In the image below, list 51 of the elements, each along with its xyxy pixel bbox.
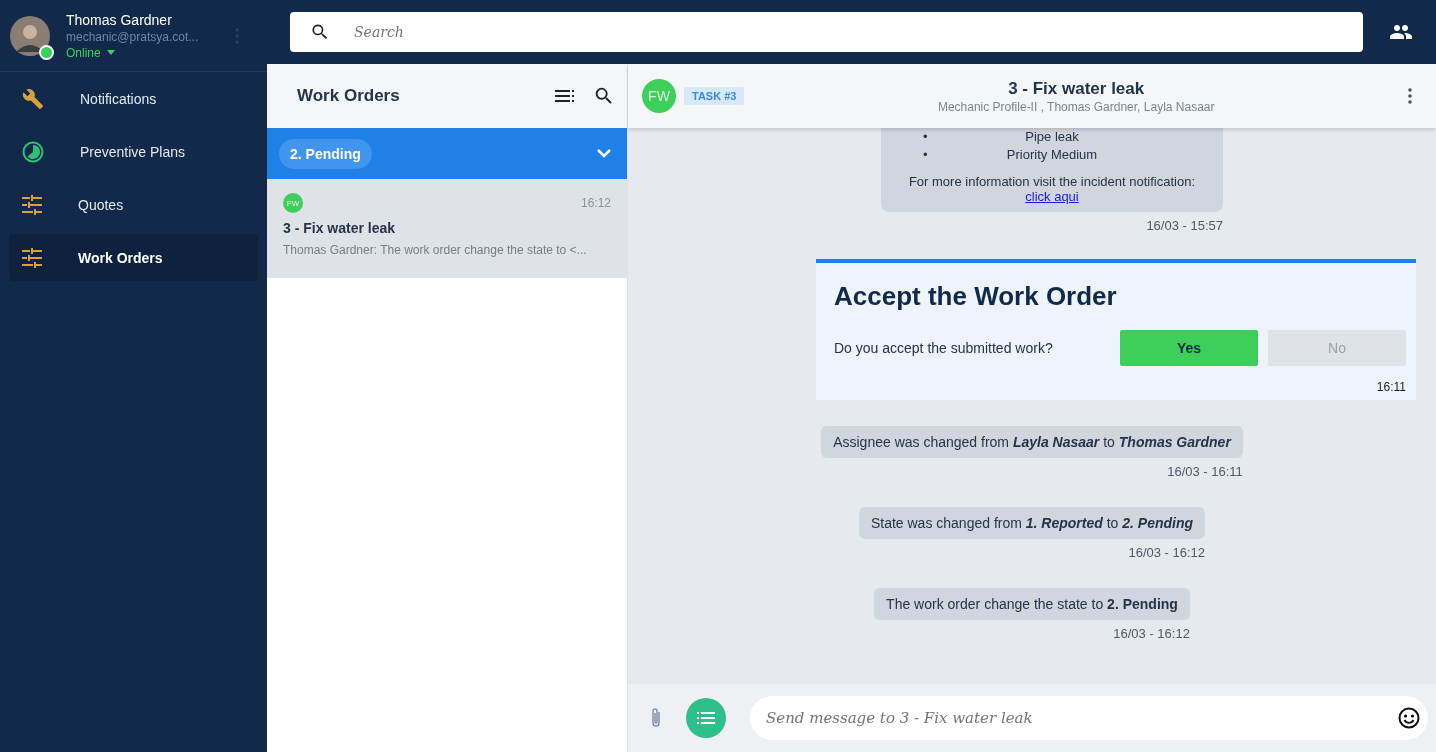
nav-item[interactable]: Quotes <box>9 181 258 228</box>
status-chip: 2. Pending <box>279 138 372 169</box>
search-field[interactable]: Search <box>290 12 1363 52</box>
nav-item[interactable]: Work Orders <box>9 234 258 281</box>
message-time: 16/03 - 15:57 <box>1146 218 1223 233</box>
event-message: Assignee was changed from Layla Nasaar to Thomas Gardner <box>821 426 1243 458</box>
bullet-item: Pipe leak <box>1024 128 1080 146</box>
avatar-initials: FW <box>642 79 676 113</box>
chat-participants: Mechanic Profile-II , Thomas Gardner, Layla Nasaar <box>937 99 1215 114</box>
nav-item[interactable]: Preventive Plans <box>9 128 258 175</box>
answer-button[interactable]: Yes <box>1120 330 1258 366</box>
search-icon[interactable] <box>593 85 615 107</box>
card-title: Accept the Work Order <box>834 281 1118 312</box>
avatar-initials: FW <box>283 193 303 213</box>
user-avatar-icon <box>10 15 50 56</box>
item-preview: Thomas Gardner: The work order change the state to <... <box>283 243 588 257</box>
wrench-icon <box>22 87 44 110</box>
message-input[interactable]: Send message to 3 - Fix water leak <box>750 696 1428 740</box>
chevron-down-icon[interactable] <box>597 149 611 158</box>
sliders-icon <box>22 247 42 268</box>
sliders-icon <box>22 194 42 215</box>
bullet-mark: • <box>923 128 929 146</box>
user-email: mechanic@pratsya.cot... <box>66 29 199 44</box>
item-time: 16:12 <box>580 196 611 210</box>
bullet-mark: • <box>923 146 929 164</box>
item-title: 3 - Fix water leak <box>283 220 397 236</box>
task-tag: TASK #3 <box>684 87 745 105</box>
work-order-item[interactable]: FW 16:12 3 - Fix water leak Thomas Gardner: The work order change the state to <... <box>267 179 627 278</box>
nav-item[interactable]: Notifications <box>9 75 258 122</box>
paperclip-icon[interactable] <box>650 707 662 729</box>
more-icon[interactable] <box>1408 88 1412 104</box>
incident-link[interactable]: click aqui <box>1025 189 1079 204</box>
chat-title: 3 - Fix water leak <box>1008 78 1145 99</box>
panel-title: Work Orders <box>297 86 401 106</box>
message-text: For more information visit the incident notification: <box>907 174 1197 189</box>
caret-icon <box>106 50 115 55</box>
timer-icon <box>22 140 44 163</box>
status-dropdown[interactable]: Online <box>66 45 115 60</box>
event-message: The work order change the state to 2. Pending <box>874 588 1190 620</box>
bullet-item: Priority Medium <box>1005 146 1099 164</box>
emoji-icon[interactable] <box>1398 707 1420 729</box>
message-time: 16/03 - 16:12 <box>1113 626 1190 641</box>
message-time: 16/03 - 16:12 <box>1128 545 1206 560</box>
message-time: 16/03 - 16:11 <box>1167 464 1243 479</box>
user-name: Thomas Gardner <box>66 11 172 28</box>
filter-list-icon[interactable] <box>555 90 575 102</box>
event-message: State was changed from 1. Reported to 2. Pending <box>858 507 1206 539</box>
message-time: 16:11 <box>1376 380 1406 394</box>
search-icon <box>310 22 330 42</box>
list-icon <box>697 712 715 724</box>
question-text: Do you accept the submitted work? <box>834 340 1054 356</box>
